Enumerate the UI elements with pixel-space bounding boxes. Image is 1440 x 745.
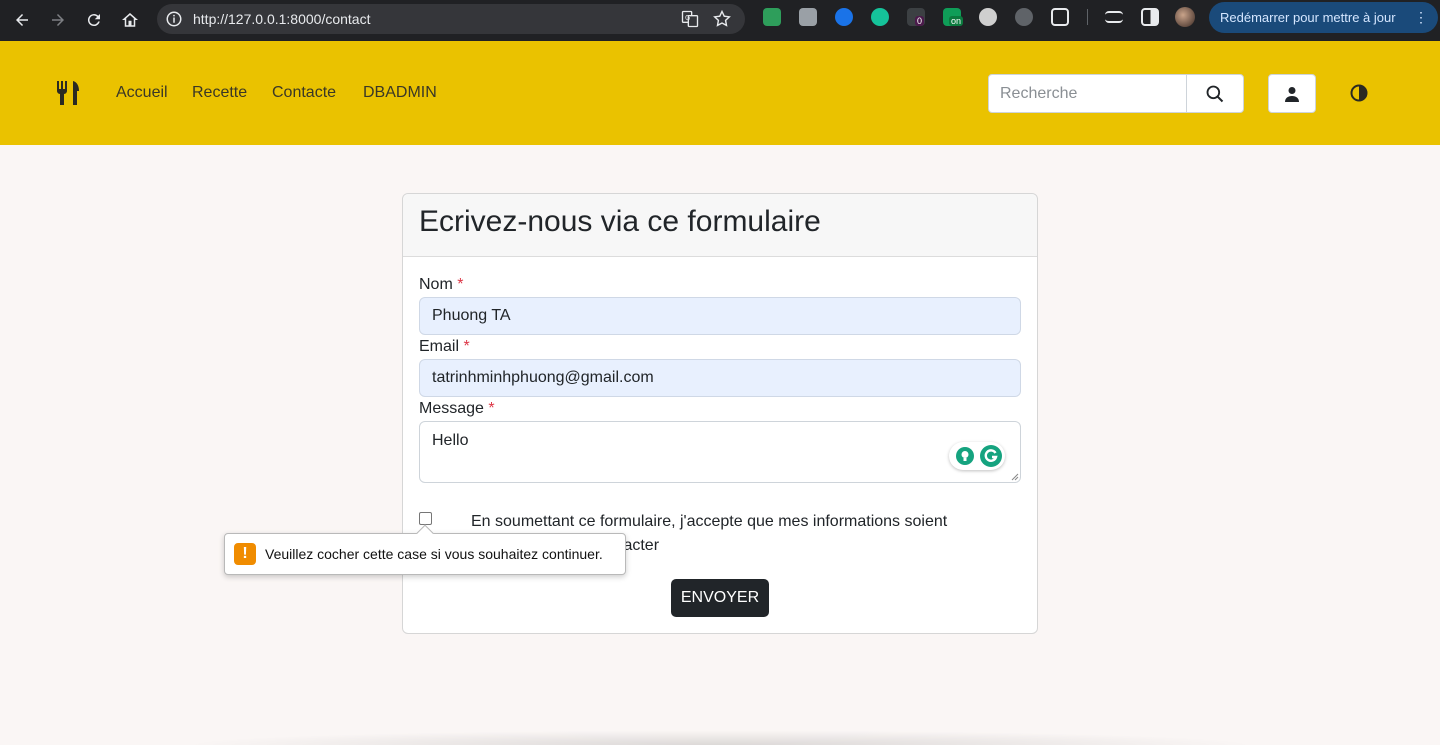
grammarly-icon[interactable] — [979, 444, 1003, 468]
message-label-text: Message — [419, 400, 484, 417]
sidepanel-icon[interactable] — [1141, 8, 1159, 26]
back-icon[interactable] — [9, 7, 35, 33]
compass-extension-icon[interactable] — [835, 8, 853, 26]
consent-checkbox[interactable] — [419, 512, 432, 525]
on-extension-icon[interactable]: on — [943, 8, 964, 26]
badge-count: 0 — [915, 16, 925, 26]
info-icon[interactable] — [165, 10, 183, 28]
nav-dbadmin[interactable]: DBADMIN — [363, 84, 437, 102]
consent-line-1: En soumettant ce formulaire, j'accepte q… — [471, 513, 948, 530]
gear-extension-icon[interactable] — [1015, 8, 1033, 26]
search-input[interactable] — [988, 74, 1187, 113]
forward-icon[interactable] — [45, 7, 71, 33]
lightbulb-icon[interactable] — [955, 446, 975, 466]
card-header: Ecrivez-nous via ce formulaire — [403, 194, 1037, 257]
nav-contacte[interactable]: Contacte — [272, 84, 336, 102]
name-field[interactable] — [419, 297, 1021, 335]
nav-recette[interactable]: Recette — [192, 84, 247, 102]
user-icon — [1285, 86, 1299, 102]
browser-toolbar: http://127.0.0.1:8000/contact G 0 on Red… — [0, 0, 1440, 41]
translate-icon[interactable]: G — [680, 9, 700, 29]
media-icon[interactable] — [1105, 11, 1123, 23]
profile-avatar[interactable] — [1175, 7, 1195, 27]
message-field[interactable]: Hello — [419, 421, 1021, 483]
home-icon[interactable] — [117, 7, 143, 33]
required-marker: * — [457, 276, 464, 293]
resize-handle[interactable] — [1011, 473, 1019, 481]
cookie-extension-icon[interactable] — [979, 8, 997, 26]
nav-accueil[interactable]: Accueil — [116, 84, 168, 102]
puzzle-icon[interactable] — [1051, 8, 1069, 26]
url-text[interactable]: http://127.0.0.1:8000/contact — [193, 11, 370, 27]
star-icon[interactable] — [712, 9, 732, 29]
search-button[interactable] — [1186, 74, 1244, 113]
toolbar-divider — [1087, 9, 1088, 25]
site-navbar: Accueil Recette Contacte DBADMIN — [0, 41, 1440, 145]
email-label: Email * — [419, 338, 470, 356]
grammarly-widget[interactable] — [949, 442, 1005, 470]
grammarly-extension-icon[interactable] — [871, 8, 889, 26]
contrast-icon[interactable] — [1349, 83, 1369, 103]
reload-icon[interactable] — [81, 7, 107, 33]
message-label: Message * — [419, 400, 495, 418]
restart-update-button[interactable]: Redémarrer pour mettre à jour ⋮ — [1209, 2, 1438, 33]
svg-text:G: G — [685, 14, 690, 22]
required-marker: * — [488, 400, 495, 417]
email-field[interactable] — [419, 359, 1021, 397]
name-label-text: Nom — [419, 276, 453, 293]
validation-message: Veuillez cocher cette case si vous souha… — [265, 546, 603, 562]
submit-button[interactable]: ENVOYER — [671, 579, 769, 617]
page-title: Ecrivez-nous via ce formulaire — [419, 205, 821, 238]
more-icon[interactable]: ⋮ — [1414, 9, 1428, 26]
validation-tooltip: ! Veuillez cocher cette case si vous sou… — [224, 524, 626, 575]
badge-extension-icon[interactable]: 0 — [907, 8, 925, 26]
email-label-text: Email — [419, 338, 460, 355]
required-marker: * — [463, 338, 470, 355]
bottom-shadow — [180, 730, 1260, 745]
fork-knife-icon[interactable] — [54, 79, 82, 107]
name-label: Nom * — [419, 276, 463, 294]
restart-label: Redémarrer pour mettre à jour — [1220, 10, 1396, 25]
badge-on: on — [949, 16, 964, 26]
k-extension-icon[interactable] — [799, 8, 817, 26]
warning-icon: ! — [234, 543, 256, 565]
address-bar[interactable]: http://127.0.0.1:8000/contact G — [157, 4, 745, 34]
user-button[interactable] — [1268, 74, 1316, 113]
mail-extension-icon[interactable] — [763, 8, 781, 26]
search-icon — [1206, 85, 1224, 102]
